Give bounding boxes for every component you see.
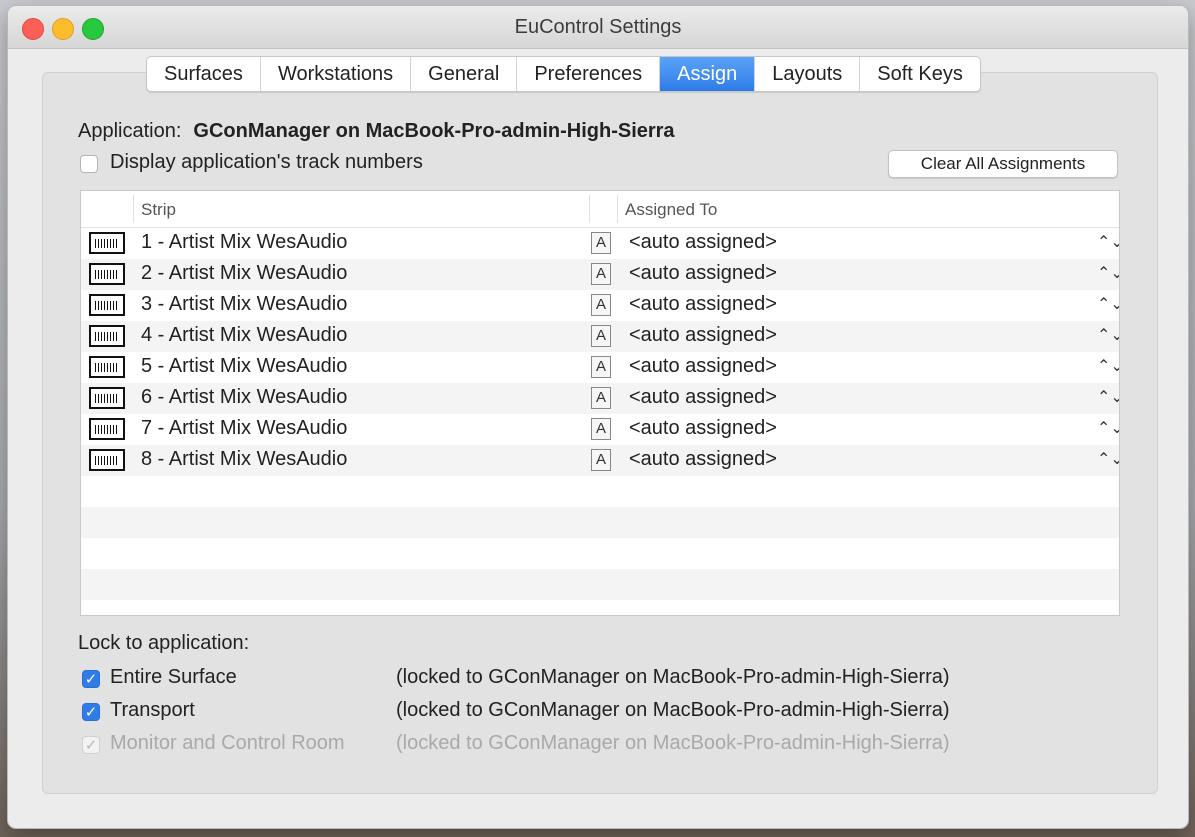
updown-chevron-icon[interactable]: ⌃⌄ xyxy=(1097,294,1119,314)
monitor-control-room-label: Monitor and Control Room xyxy=(110,732,345,754)
empty-row xyxy=(81,600,1119,615)
strip-name: 2 - Artist Mix WesAudio xyxy=(141,262,348,284)
assigned-to-popup[interactable]: <auto assigned> xyxy=(629,262,777,285)
strip-name: 8 - Artist Mix WesAudio xyxy=(141,448,348,470)
strip-name: 5 - Artist Mix WesAudio xyxy=(141,355,348,377)
empty-row xyxy=(81,476,1119,507)
strip-name: 1 - Artist Mix WesAudio xyxy=(141,231,348,253)
display-track-numbers-checkbox[interactable] xyxy=(80,155,98,173)
empty-row xyxy=(81,569,1119,600)
lock-a-icon[interactable]: A xyxy=(591,263,611,285)
updown-chevron-icon[interactable]: ⌃⌄ xyxy=(1097,325,1119,345)
table-row[interactable]: 4 - Artist Mix WesAudio A <auto assigned… xyxy=(81,321,1119,352)
table-row[interactable]: 1 - Artist Mix WesAudio A <auto assigned… xyxy=(81,228,1119,259)
monitor-control-room-checkbox: ✓ xyxy=(82,736,100,754)
strip-name: 6 - Artist Mix WesAudio xyxy=(141,386,348,408)
table-header: Strip Assigned To xyxy=(81,191,1119,228)
application-row: Application: GConManager on MacBook-Pro-a… xyxy=(78,120,675,143)
updown-chevron-icon[interactable]: ⌃⌄ xyxy=(1097,418,1119,438)
strip-name: 4 - Artist Mix WesAudio xyxy=(141,324,348,346)
updown-chevron-icon[interactable]: ⌃⌄ xyxy=(1097,387,1119,407)
column-header-strip[interactable]: Strip xyxy=(141,200,176,220)
empty-row xyxy=(81,538,1119,569)
table-row[interactable]: 2 - Artist Mix WesAudio A <auto assigned… xyxy=(81,259,1119,290)
transport-label: Transport xyxy=(110,699,195,721)
assigned-to-popup[interactable]: <auto assigned> xyxy=(629,231,777,254)
strip-name: 3 - Artist Mix WesAudio xyxy=(141,293,348,315)
title-bar[interactable]: EuControl Settings xyxy=(8,6,1188,49)
lock-a-icon[interactable]: A xyxy=(591,294,611,316)
transport-lock-note: (locked to GConManager on MacBook-Pro-ad… xyxy=(396,699,950,721)
monitor-control-room-lock-note: (locked to GConManager on MacBook-Pro-ad… xyxy=(396,732,950,754)
lock-a-icon[interactable]: A xyxy=(591,418,611,440)
surface-strip-icon xyxy=(89,263,125,285)
lock-a-icon[interactable]: A xyxy=(591,387,611,409)
tab-bar: Surfaces Workstations General Preference… xyxy=(146,56,981,92)
assigned-to-popup[interactable]: <auto assigned> xyxy=(629,324,777,347)
lock-a-icon[interactable]: A xyxy=(591,356,611,378)
tab-surfaces[interactable]: Surfaces xyxy=(147,57,261,91)
display-track-numbers-label: Display application's track numbers xyxy=(110,151,423,173)
column-header-assigned-to[interactable]: Assigned To xyxy=(625,200,717,220)
window-title: EuControl Settings xyxy=(514,16,682,38)
column-divider xyxy=(589,195,590,223)
assigned-to-popup[interactable]: <auto assigned> xyxy=(629,293,777,316)
surface-strip-icon xyxy=(89,325,125,347)
tab-layouts[interactable]: Layouts xyxy=(755,57,861,91)
surface-strip-icon xyxy=(89,387,125,409)
settings-window: EuControl Settings Surfaces Workstations… xyxy=(8,6,1188,828)
surface-strip-icon xyxy=(89,232,125,254)
application-label: Application: xyxy=(78,120,182,142)
lock-section-title: Lock to application: xyxy=(78,632,250,654)
table-row[interactable]: 8 - Artist Mix WesAudio A <auto assigned… xyxy=(81,445,1119,476)
assigned-to-popup[interactable]: <auto assigned> xyxy=(629,417,777,440)
entire-surface-label: Entire Surface xyxy=(110,666,237,688)
transport-checkbox[interactable]: ✓ xyxy=(82,703,100,721)
updown-chevron-icon[interactable]: ⌃⌄ xyxy=(1097,356,1119,376)
column-divider xyxy=(617,195,618,223)
table-row[interactable]: 7 - Artist Mix WesAudio A <auto assigned… xyxy=(81,414,1119,445)
tab-workstations[interactable]: Workstations xyxy=(261,57,412,91)
table-row[interactable]: 6 - Artist Mix WesAudio A <auto assigned… xyxy=(81,383,1119,414)
empty-row xyxy=(81,507,1119,538)
assigned-to-popup[interactable]: <auto assigned> xyxy=(629,386,777,409)
table-row[interactable]: 3 - Artist Mix WesAudio A <auto assigned… xyxy=(81,290,1119,321)
updown-chevron-icon[interactable]: ⌃⌄ xyxy=(1097,449,1119,469)
strip-name: 7 - Artist Mix WesAudio xyxy=(141,417,348,439)
tab-preferences[interactable]: Preferences xyxy=(517,57,661,91)
tab-assign[interactable]: Assign xyxy=(660,57,756,91)
surface-strip-icon xyxy=(89,294,125,316)
table-row[interactable]: 5 - Artist Mix WesAudio A <auto assigned… xyxy=(81,352,1119,383)
assigned-to-popup[interactable]: <auto assigned> xyxy=(629,448,777,471)
application-name: GConManager on MacBook-Pro-admin-High-Si… xyxy=(193,120,675,142)
surface-strip-icon xyxy=(89,356,125,378)
surface-strip-icon xyxy=(89,418,125,440)
clear-all-assignments-button[interactable]: Clear All Assignments xyxy=(888,150,1118,178)
surface-strip-icon xyxy=(89,449,125,471)
tab-soft-keys[interactable]: Soft Keys xyxy=(860,57,980,91)
lock-a-icon[interactable]: A xyxy=(591,325,611,347)
lock-a-icon[interactable]: A xyxy=(591,449,611,471)
updown-chevron-icon[interactable]: ⌃⌄ xyxy=(1097,232,1119,252)
updown-chevron-icon[interactable]: ⌃⌄ xyxy=(1097,263,1119,283)
entire-surface-checkbox[interactable]: ✓ xyxy=(82,670,100,688)
column-divider xyxy=(133,195,134,223)
lock-a-icon[interactable]: A xyxy=(591,232,611,254)
assignment-table: Strip Assigned To 1 - Artist Mix WesAudi… xyxy=(80,190,1120,616)
entire-surface-lock-note: (locked to GConManager on MacBook-Pro-ad… xyxy=(396,666,950,688)
assigned-to-popup[interactable]: <auto assigned> xyxy=(629,355,777,378)
tab-general[interactable]: General xyxy=(411,57,518,91)
